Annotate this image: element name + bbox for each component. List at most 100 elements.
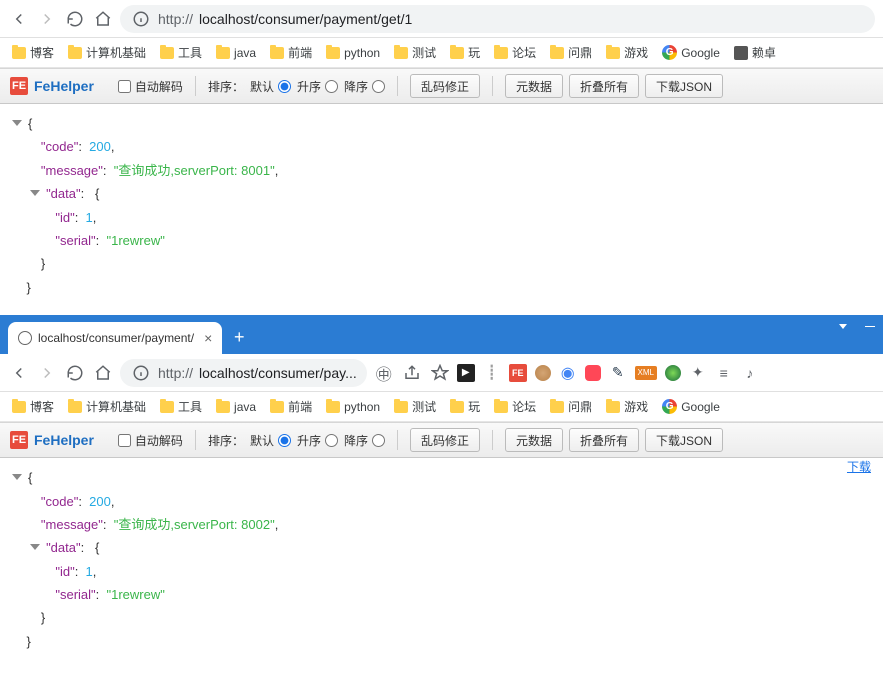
translate-icon[interactable]: ㊥ — [373, 362, 395, 384]
bookmark-folder[interactable]: java — [216, 46, 256, 60]
download-link[interactable]: 下载 — [847, 458, 871, 475]
fehelper-toolbar: FE FeHelper 自动解码 排序： 默认 升序 降序 乱码修正 元数据 折… — [0, 68, 883, 104]
bookmark-folder[interactable]: 游戏 — [606, 44, 648, 61]
sort-desc-radio[interactable]: 降序 — [344, 432, 385, 449]
bookmark-folder[interactable]: 问鼎 — [550, 44, 592, 61]
info-icon[interactable] — [130, 362, 152, 384]
bookmark-user[interactable]: 赖卓 — [734, 44, 776, 61]
chevron-down-icon[interactable] — [839, 324, 847, 329]
collapse-icon[interactable] — [30, 544, 40, 550]
bookmark-label: 计算机基础 — [86, 398, 146, 415]
share-icon[interactable] — [401, 362, 423, 384]
bookmark-label: 测试 — [412, 44, 436, 61]
bookmark-folder[interactable]: 前端 — [270, 44, 312, 61]
bookmark-folder[interactable]: 工具 — [160, 398, 202, 415]
ext-icon[interactable] — [665, 365, 681, 381]
bookmark-folder[interactable]: 问鼎 — [550, 398, 592, 415]
fix-encoding-button[interactable]: 乱码修正 — [410, 74, 480, 98]
radio-label: 降序 — [344, 432, 368, 449]
ext-icon[interactable] — [585, 365, 601, 381]
ext-icon[interactable]: ┋ — [483, 364, 501, 382]
bookmark-folder[interactable]: 论坛 — [494, 398, 536, 415]
browser-tab[interactable]: localhost/consumer/payment/ × — [8, 322, 222, 354]
bookmark-folder[interactable]: 测试 — [394, 398, 436, 415]
auto-decode-checkbox[interactable]: 自动解码 — [118, 432, 183, 449]
star-icon[interactable] — [429, 362, 451, 384]
fehelper-toolbar-2: FE FeHelper 自动解码 排序： 默认 升序 降序 乱码修正 元数据 折… — [0, 422, 883, 458]
radio-label: 默认 — [250, 432, 274, 449]
home-icon[interactable] — [92, 362, 114, 384]
auto-decode-checkbox[interactable]: 自动解码 — [118, 78, 183, 95]
checkbox-label: 自动解码 — [135, 78, 183, 95]
bookmark-folder[interactable]: 工具 — [160, 44, 202, 61]
sort-asc-radio[interactable]: 升序 — [297, 432, 338, 449]
reload-icon[interactable] — [64, 8, 86, 30]
info-icon[interactable] — [130, 8, 152, 30]
bookmark-label: Google — [681, 46, 720, 60]
home-icon[interactable] — [92, 8, 114, 30]
bookmark-folder[interactable]: python — [326, 46, 380, 60]
forward-icon[interactable] — [36, 8, 58, 30]
sort-default-radio[interactable]: 默认 — [250, 432, 291, 449]
ext-icon[interactable]: ▶ — [457, 364, 475, 382]
bookmark-folder[interactable]: 测试 — [394, 44, 436, 61]
collapse-icon[interactable] — [30, 190, 40, 196]
fix-encoding-button[interactable]: 乱码修正 — [410, 428, 480, 452]
collapse-icon[interactable] — [12, 120, 22, 126]
forward-icon[interactable] — [36, 362, 58, 384]
folder-icon — [550, 401, 564, 413]
bookmark-folder[interactable]: 游戏 — [606, 398, 648, 415]
menu-icon[interactable]: ≡ — [715, 364, 733, 382]
fold-all-button[interactable]: 折叠所有 — [569, 428, 639, 452]
bookmark-folder[interactable]: 博客 — [12, 44, 54, 61]
new-tab-button[interactable]: + — [226, 324, 252, 350]
close-icon[interactable]: × — [204, 330, 212, 346]
folder-icon — [12, 401, 26, 413]
bookmark-folder[interactable]: 计算机基础 — [68, 398, 146, 415]
bookmark-folder[interactable]: 前端 — [270, 398, 312, 415]
bookmark-folder[interactable]: 论坛 — [494, 44, 536, 61]
download-json-button[interactable]: 下载JSON — [645, 74, 723, 98]
bookmark-folder[interactable]: 计算机基础 — [68, 44, 146, 61]
bookmark-folder[interactable]: 玩 — [450, 398, 480, 415]
metadata-button[interactable]: 元数据 — [505, 428, 563, 452]
globe-icon — [18, 331, 32, 345]
reload-icon[interactable] — [64, 362, 86, 384]
sort-asc-radio[interactable]: 升序 — [297, 78, 338, 95]
sort-desc-radio[interactable]: 降序 — [344, 78, 385, 95]
sort-default-radio[interactable]: 默认 — [250, 78, 291, 95]
bookmark-google[interactable]: Google — [662, 45, 720, 60]
bookmark-label: 前端 — [288, 44, 312, 61]
bookmark-label: 博客 — [30, 44, 54, 61]
minimize-icon[interactable] — [865, 326, 875, 327]
metadata-button[interactable]: 元数据 — [505, 74, 563, 98]
collapse-icon[interactable] — [12, 474, 22, 480]
bookmark-label: 玩 — [468, 44, 480, 61]
json-value: "查询成功,serverPort: 8001" — [114, 163, 275, 178]
sort-label: 排序： — [208, 78, 244, 95]
bookmark-google[interactable]: Google — [662, 399, 720, 414]
address-bar[interactable]: http://localhost/consumer/payment/get/1 — [120, 5, 875, 33]
extensions-icon[interactable]: ✦ — [689, 364, 707, 382]
ext-icon[interactable]: ✎ — [609, 364, 627, 382]
bookmark-folder[interactable]: java — [216, 400, 256, 414]
folder-icon — [606, 47, 620, 59]
xml-ext-icon[interactable]: XML — [635, 366, 657, 380]
separator — [397, 76, 398, 96]
fold-all-button[interactable]: 折叠所有 — [569, 74, 639, 98]
back-icon[interactable] — [8, 362, 30, 384]
download-json-button[interactable]: 下载JSON — [645, 428, 723, 452]
cookie-icon[interactable] — [535, 365, 551, 381]
back-icon[interactable] — [8, 8, 30, 30]
address-bar-2[interactable]: http://localhost/consumer/pay... — [120, 359, 367, 387]
fehelper-ext-icon[interactable]: FE — [509, 364, 527, 382]
folder-icon — [12, 47, 26, 59]
bookmark-label: 赖卓 — [752, 44, 776, 61]
bookmark-folder[interactable]: 博客 — [12, 398, 54, 415]
bookmark-folder[interactable]: python — [326, 400, 380, 414]
bookmark-folder[interactable]: 玩 — [450, 44, 480, 61]
json-key: "id" — [55, 564, 74, 579]
ext-icon[interactable]: ◉ — [559, 364, 577, 382]
media-icon[interactable]: ♪ — [741, 364, 759, 382]
bookmark-label: 论坛 — [512, 398, 536, 415]
